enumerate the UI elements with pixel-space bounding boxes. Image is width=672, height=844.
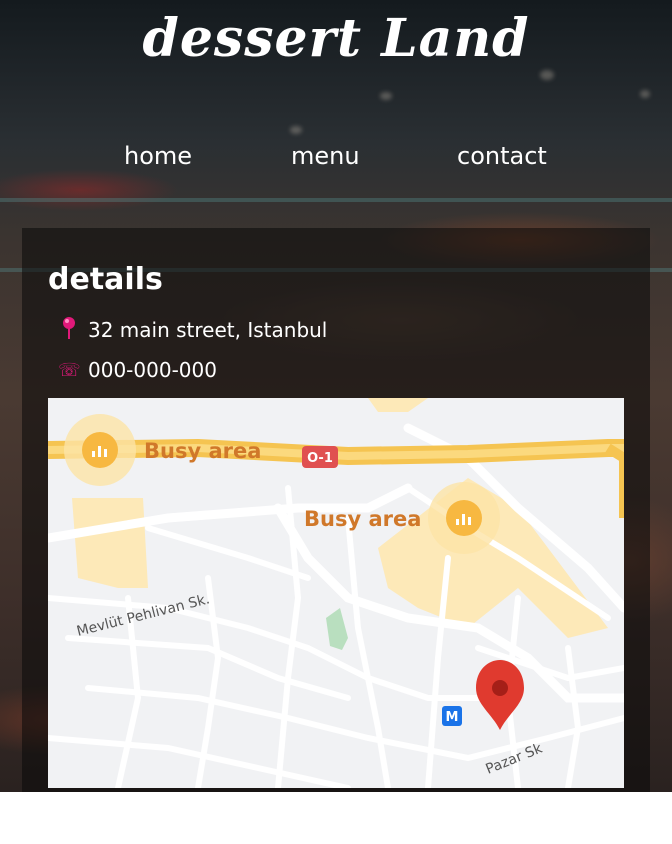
busy-area-label: Busy area (144, 439, 261, 463)
details-heading: details (48, 262, 163, 297)
details-panel: details 32 main street, Istanbul ☏ 000-0… (22, 228, 650, 792)
nav-contact-link[interactable]: contact (457, 142, 547, 170)
light-glow (380, 92, 392, 100)
road-badge-label: O-1 (307, 451, 333, 466)
phone-text: 000-000-000 (88, 358, 217, 382)
park-area (326, 608, 348, 650)
address-text: 32 main street, Istanbul (88, 318, 328, 342)
location-map[interactable]: Busy area Busy area O-1 Mevlüt Pehlivan … (48, 398, 624, 788)
light-glow (290, 126, 302, 134)
busy-zone (72, 498, 148, 588)
busy-zone (368, 398, 428, 412)
nav-menu-link[interactable]: menu (291, 142, 360, 170)
shelf-line (0, 198, 672, 202)
light-glow (540, 70, 554, 80)
light-glow (640, 90, 650, 98)
highway-ramp (605, 443, 624, 518)
nav-home-link[interactable]: home (124, 142, 192, 170)
map-location-pin-icon[interactable] (476, 660, 524, 730)
phone-row: ☏ 000-000-000 (58, 357, 217, 383)
main-nav: home menu contact (0, 142, 672, 182)
telephone-icon: ☏ (58, 359, 81, 381)
location-pin-icon (58, 316, 80, 345)
address-row: 32 main street, Istanbul (58, 316, 328, 345)
site-logo[interactable]: dessert Land (0, 8, 672, 69)
busy-area-label: Busy area (304, 507, 421, 531)
metro-label: M (446, 710, 459, 725)
